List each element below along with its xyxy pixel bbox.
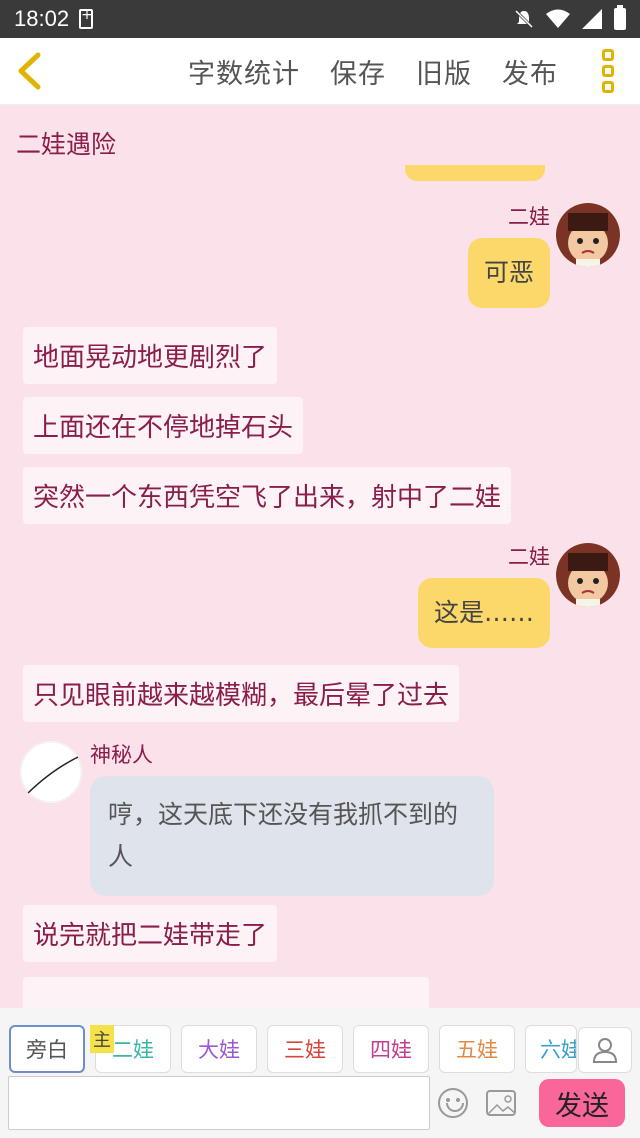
main-character-tag: 主 <box>90 1025 114 1053</box>
character-siwa-button[interactable]: 四娃 <box>353 1025 429 1073</box>
menu-dot <box>602 49 614 61</box>
character-bubble[interactable]: 哼，这天底下还没有我抓不到的人 <box>90 776 494 896</box>
chapter-title: 二娃遇险 <box>16 130 117 159</box>
back-button[interactable] <box>0 38 58 105</box>
status-icons <box>514 5 626 30</box>
emoji-icon[interactable] <box>438 1088 468 1118</box>
editor-toolbar: 字数统计 保存 旧版 发布 <box>0 38 640 105</box>
person-icon <box>592 1038 618 1063</box>
narration-bubble[interactable]: 上面还在不停地掉石头 <box>23 397 304 454</box>
character-wuwa-button[interactable]: 五娃 <box>439 1025 515 1073</box>
battery-icon <box>614 5 626 30</box>
character-label: 三娃 <box>284 1038 326 1062</box>
toolbar-actions: 字数统计 保存 旧版 发布 <box>188 38 640 105</box>
more-menu-button[interactable] <box>588 38 628 105</box>
notification-icon <box>79 7 94 29</box>
character-label: 五娃 <box>456 1038 498 1062</box>
story-chat-area[interactable]: 二娃遇险 二娃 可恶 地面晃动地更剧烈了 上面还在不停地掉石头 突然一个东西凭空… <box>0 105 640 1008</box>
message-input[interactable] <box>8 1076 430 1130</box>
picture-glyph <box>488 1095 514 1114</box>
character-dawa-button[interactable]: 大娃 <box>181 1025 257 1073</box>
character-label: 大娃 <box>198 1038 240 1062</box>
character-label: 六娃 <box>540 1038 576 1062</box>
image-icon[interactable] <box>486 1090 516 1116</box>
character-narrator-button[interactable]: 旁白 <box>9 1025 85 1073</box>
character-bubble[interactable]: 可恶 <box>467 238 550 308</box>
character-selector: 旁白 二娃 主 大娃 三娃 四娃 五娃 六娃 <box>0 1022 640 1078</box>
narration-bubble[interactable]: 说完就把二娃带走了 <box>23 905 278 962</box>
menu-dot <box>602 65 614 77</box>
signal-icon <box>582 9 602 29</box>
publish-button[interactable]: 发布 <box>502 52 558 91</box>
send-button[interactable]: 发送 <box>539 1079 625 1127</box>
narration-bubble[interactable]: 只见眼前越来越模糊，最后晕了过去 <box>23 665 460 722</box>
manage-characters-button[interactable] <box>578 1027 632 1073</box>
chevron-left-icon <box>18 52 41 90</box>
save-button[interactable]: 保存 <box>330 52 386 91</box>
erwa-face-icon <box>556 203 620 267</box>
compose-bar: 旁白 二娃 主 大娃 三娃 四娃 五娃 六娃 <box>0 1008 640 1138</box>
character-name: 二娃 <box>508 545 550 569</box>
partial-bubble <box>23 977 429 1008</box>
partial-bubble <box>405 165 545 181</box>
character-label: 二娃 <box>112 1038 154 1062</box>
avatar-mystery-person[interactable] <box>20 741 82 803</box>
avatar-erwa[interactable] <box>556 203 620 267</box>
mystery-avatar-icon <box>20 741 82 803</box>
character-liuwa-button[interactable]: 六娃 <box>525 1025 577 1073</box>
narration-bubble[interactable]: 突然一个东西凭空飞了出来，射中了二娃 <box>23 467 512 524</box>
mute-bell-icon <box>514 9 534 29</box>
narration-bubble[interactable]: 地面晃动地更剧烈了 <box>23 327 278 384</box>
erwa-face-icon <box>556 543 620 607</box>
character-name: 二娃 <box>508 205 550 229</box>
menu-dot <box>602 81 614 93</box>
status-bar: 18:02 <box>0 0 640 38</box>
character-sanwa-button[interactable]: 三娃 <box>267 1025 343 1073</box>
word-count-button[interactable]: 字数统计 <box>188 52 300 91</box>
old-version-button[interactable]: 旧版 <box>416 52 472 91</box>
character-label: 四娃 <box>370 1038 412 1062</box>
character-name: 神秘人 <box>90 743 153 767</box>
character-bubble[interactable]: 这是…… <box>417 578 550 648</box>
avatar-erwa[interactable] <box>556 543 620 607</box>
character-label: 旁白 <box>26 1038 68 1062</box>
status-time: 18:02 <box>14 6 70 31</box>
wifi-icon <box>546 9 570 28</box>
